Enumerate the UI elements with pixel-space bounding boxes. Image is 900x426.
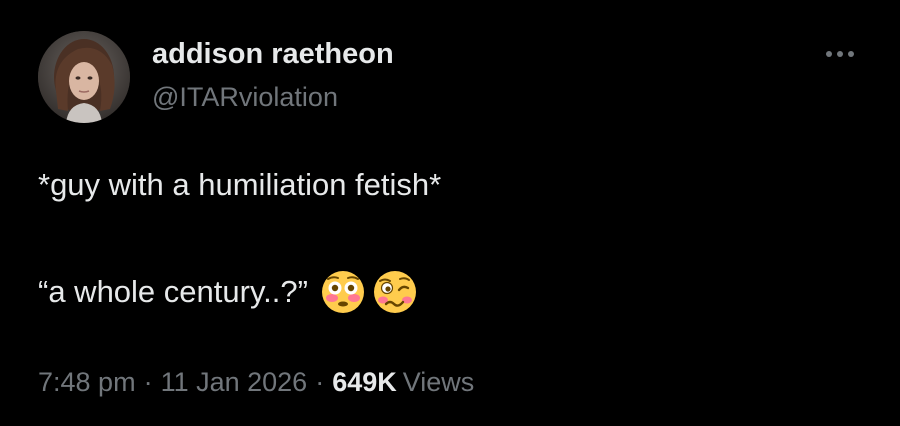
tweet-text: *guy with a humiliation fetish* “a whole…: [38, 165, 858, 315]
tweet-line-1: *guy with a humiliation fetish*: [38, 167, 442, 202]
author-info: addison raetheon @ITARviolation: [152, 36, 394, 114]
woozy-face-emoji-icon: [373, 271, 416, 313]
more-options-button[interactable]: [818, 42, 862, 66]
tweet-line-2: “a whole century..?”: [38, 274, 308, 309]
more-horizontal-icon: [826, 51, 854, 57]
display-name[interactable]: addison raetheon: [152, 36, 394, 72]
tweet-line-2-row: “a whole century..?”: [38, 269, 858, 315]
meta-separator: ·: [143, 367, 153, 397]
views-count[interactable]: 649K: [332, 367, 397, 397]
tweet-meta: 7:48 pm · 11 Jan 2026 · 649K Views: [38, 364, 474, 400]
flushed-face-emoji-icon: [321, 271, 364, 313]
tweet-date[interactable]: 11 Jan 2026: [161, 367, 308, 397]
avatar[interactable]: [38, 31, 130, 123]
user-handle[interactable]: @ITARviolation: [152, 80, 394, 114]
tweet-card: addison raetheon @ITARviolation *guy wit…: [0, 0, 900, 426]
avatar-photo: [38, 31, 130, 123]
views-label: Views: [402, 367, 475, 397]
meta-separator: ·: [315, 367, 325, 397]
tweet-time[interactable]: 7:48 pm: [38, 367, 136, 397]
